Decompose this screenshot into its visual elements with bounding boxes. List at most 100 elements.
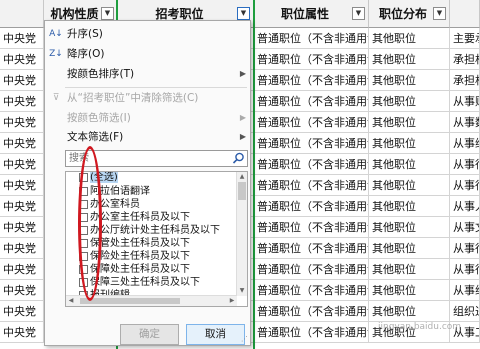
scroll-down-icon[interactable]: ▼ — [237, 286, 247, 296]
menu-item-filter-by-color[interactable]: 按颜色筛选(I) ▶ — [45, 109, 250, 127]
table-cell[interactable]: 普通职位（不含非通用语 — [254, 238, 369, 258]
table-cell[interactable]: 其他职位 — [369, 280, 450, 300]
table-cell[interactable]: 其他职位 — [369, 91, 450, 111]
table-cell[interactable]: 中央党 — [0, 217, 44, 237]
column-header-a[interactable] — [0, 0, 44, 28]
table-cell[interactable]: 其他职位 — [369, 70, 450, 90]
table-cell[interactable]: 普通职位（不含非通用语 — [254, 217, 369, 237]
table-cell[interactable]: 普通职位（不含非通用语 — [254, 322, 369, 342]
table-cell[interactable]: 普通职位（不含非通用语 — [254, 259, 369, 279]
table-cell[interactable]: 中央党 — [0, 322, 44, 342]
table-cell[interactable]: 中央党 — [0, 154, 44, 174]
menu-item-label: 从“招考职位”中清除筛选(C) — [67, 92, 199, 104]
table-cell[interactable]: 中央党 — [0, 133, 44, 153]
table-cell[interactable]: 其他职位 — [369, 112, 450, 132]
table-cell[interactable]: 普通职位（不含非通用语 — [254, 175, 369, 195]
sort-descending-icon: Z↓ — [49, 49, 63, 59]
filter-list-item-label: 保障处主任科员及以下 — [90, 264, 190, 275]
table-cell[interactable]: 其他职位 — [369, 133, 450, 153]
table-cell[interactable]: 主要承 — [450, 28, 480, 48]
table-cell[interactable]: 从事财 — [450, 91, 480, 111]
filter-dropdown-icon[interactable]: ▼ — [352, 7, 365, 20]
scrollbar-thumb[interactable] — [238, 182, 246, 200]
table-cell[interactable]: 承担机 — [450, 70, 480, 90]
search-icon[interactable] — [232, 152, 245, 165]
table-cell[interactable]: 普通职位（不含非通用语 — [254, 280, 369, 300]
table-cell[interactable]: 普通职位（不含非通用语 — [254, 91, 369, 111]
table-cell[interactable]: 从事行 — [450, 175, 480, 195]
table-cell[interactable]: 组织进 — [450, 301, 480, 321]
table-cell[interactable]: 从事行 — [450, 154, 480, 174]
filter-dropdown-icon[interactable]: ▼ — [433, 7, 446, 20]
table-cell[interactable]: 其他职位 — [369, 175, 450, 195]
filter-dropdown-icon[interactable]: ▼ — [101, 7, 114, 20]
table-cell[interactable]: 从事人 — [450, 196, 480, 216]
filter-list-item-label: 保管处主任科员及以下 — [90, 238, 190, 249]
table-cell[interactable]: 中央党 — [0, 70, 44, 90]
table-cell[interactable]: 其他职位 — [369, 238, 450, 258]
menu-item-sort-descending[interactable]: Z↓ 降序(O) — [45, 45, 250, 63]
table-cell[interactable]: 从事行 — [450, 259, 480, 279]
column-header-d[interactable]: 职位属性 ▼ — [254, 0, 369, 28]
menu-item-clear-filter[interactable]: ⊽ 从“招考职位”中清除筛选(C) — [45, 89, 250, 107]
table-cell[interactable]: 普通职位（不含非通用语 — [254, 112, 369, 132]
column-header-e[interactable]: 职位分布 ▼ — [369, 0, 450, 28]
menu-item-label: 升序(S) — [67, 28, 103, 40]
table-cell[interactable]: 普通职位（不含非通用语 — [254, 154, 369, 174]
table-cell[interactable]: 其他职位 — [369, 196, 450, 216]
vertical-scrollbar[interactable]: ▲ ▼ — [236, 172, 247, 296]
menu-item-label: 文本筛选(F) — [67, 131, 124, 143]
red-annotation-circle — [78, 146, 102, 301]
table-cell[interactable]: 承担机 — [450, 49, 480, 69]
resize-grip-icon[interactable]: ⋰ — [241, 336, 248, 343]
table-cell[interactable]: 中央党 — [0, 259, 44, 279]
table-cell[interactable]: 其他职位 — [369, 217, 450, 237]
table-cell[interactable]: 中央党 — [0, 280, 44, 300]
submenu-arrow-icon: ▶ — [239, 132, 246, 141]
scroll-left-icon[interactable]: ◀ — [66, 296, 76, 306]
sort-ascending-icon: A↓ — [49, 29, 63, 39]
table-cell[interactable]: 普通职位（不含非通用语 — [254, 70, 369, 90]
table-cell[interactable]: 其他职位 — [369, 301, 450, 321]
table-cell[interactable]: 普通职位（不含非通用语 — [254, 301, 369, 321]
table-cell[interactable]: 从事行 — [450, 238, 480, 258]
menu-item-text-filter[interactable]: 文本筛选(F) ▶ — [45, 128, 250, 146]
table-cell[interactable]: 中央党 — [0, 175, 44, 195]
table-cell[interactable]: 中央党 — [0, 196, 44, 216]
table-cell[interactable]: 中央党 — [0, 91, 44, 111]
table-cell[interactable]: 从事数 — [450, 112, 480, 132]
table-cell[interactable]: 普通职位（不含非通用语 — [254, 49, 369, 69]
table-cell[interactable]: 其他职位 — [369, 49, 450, 69]
cancel-button[interactable]: 取消 — [186, 324, 245, 345]
table-cell[interactable]: 中央党 — [0, 301, 44, 321]
scrollbar-thumb[interactable] — [80, 298, 180, 304]
scroll-up-icon[interactable]: ▲ — [237, 172, 247, 182]
scroll-right-icon[interactable]: ▶ — [227, 296, 237, 306]
table-cell[interactable]: 普通职位（不含非通用语 — [254, 28, 369, 48]
clear-filter-icon: ⊽ — [52, 93, 60, 103]
column-header-f[interactable] — [450, 0, 480, 28]
table-cell[interactable]: 从事组 — [450, 280, 480, 300]
table-cell[interactable]: 普通职位（不含非通用语 — [254, 196, 369, 216]
selected-column-border-right — [253, 0, 255, 349]
autofilter-menu: A↓ 升序(S) Z↓ 降序(O) 按颜色排序(T) ▶ ⊽ 从“招考职位”中清… — [44, 20, 251, 346]
watermark: jingyan.baidu.com — [378, 322, 462, 332]
table-cell[interactable]: 从事文 — [450, 217, 480, 237]
table-cell[interactable]: 中央党 — [0, 49, 44, 69]
ok-button[interactable]: 确定 — [120, 324, 179, 345]
table-cell[interactable]: 普通职位（不含非通用语 — [254, 133, 369, 153]
filter-list-item-label: 办公厅统计处主任科员及以下 — [90, 225, 220, 236]
menu-item-sort-ascending[interactable]: A↓ 升序(S) — [45, 25, 250, 43]
table-cell[interactable]: 中央党 — [0, 238, 44, 258]
table-cell[interactable]: 其他职位 — [369, 259, 450, 279]
table-cell[interactable]: 其他职位 — [369, 28, 450, 48]
table-cell[interactable]: 中央党 — [0, 112, 44, 132]
filter-dropdown-icon[interactable]: ▼ — [237, 7, 250, 20]
table-cell[interactable]: 从事综 — [450, 133, 480, 153]
column-header-label: 职位分布 — [378, 7, 427, 21]
table-cell[interactable]: 中央党 — [0, 28, 44, 48]
table-cell[interactable]: 其他职位 — [369, 154, 450, 174]
menu-item-sort-by-color[interactable]: 按颜色排序(T) ▶ — [45, 65, 250, 83]
menu-item-label: 按颜色排序(T) — [67, 68, 135, 80]
filter-list-item-label: 保障三处主任科员及以下 — [90, 277, 200, 288]
